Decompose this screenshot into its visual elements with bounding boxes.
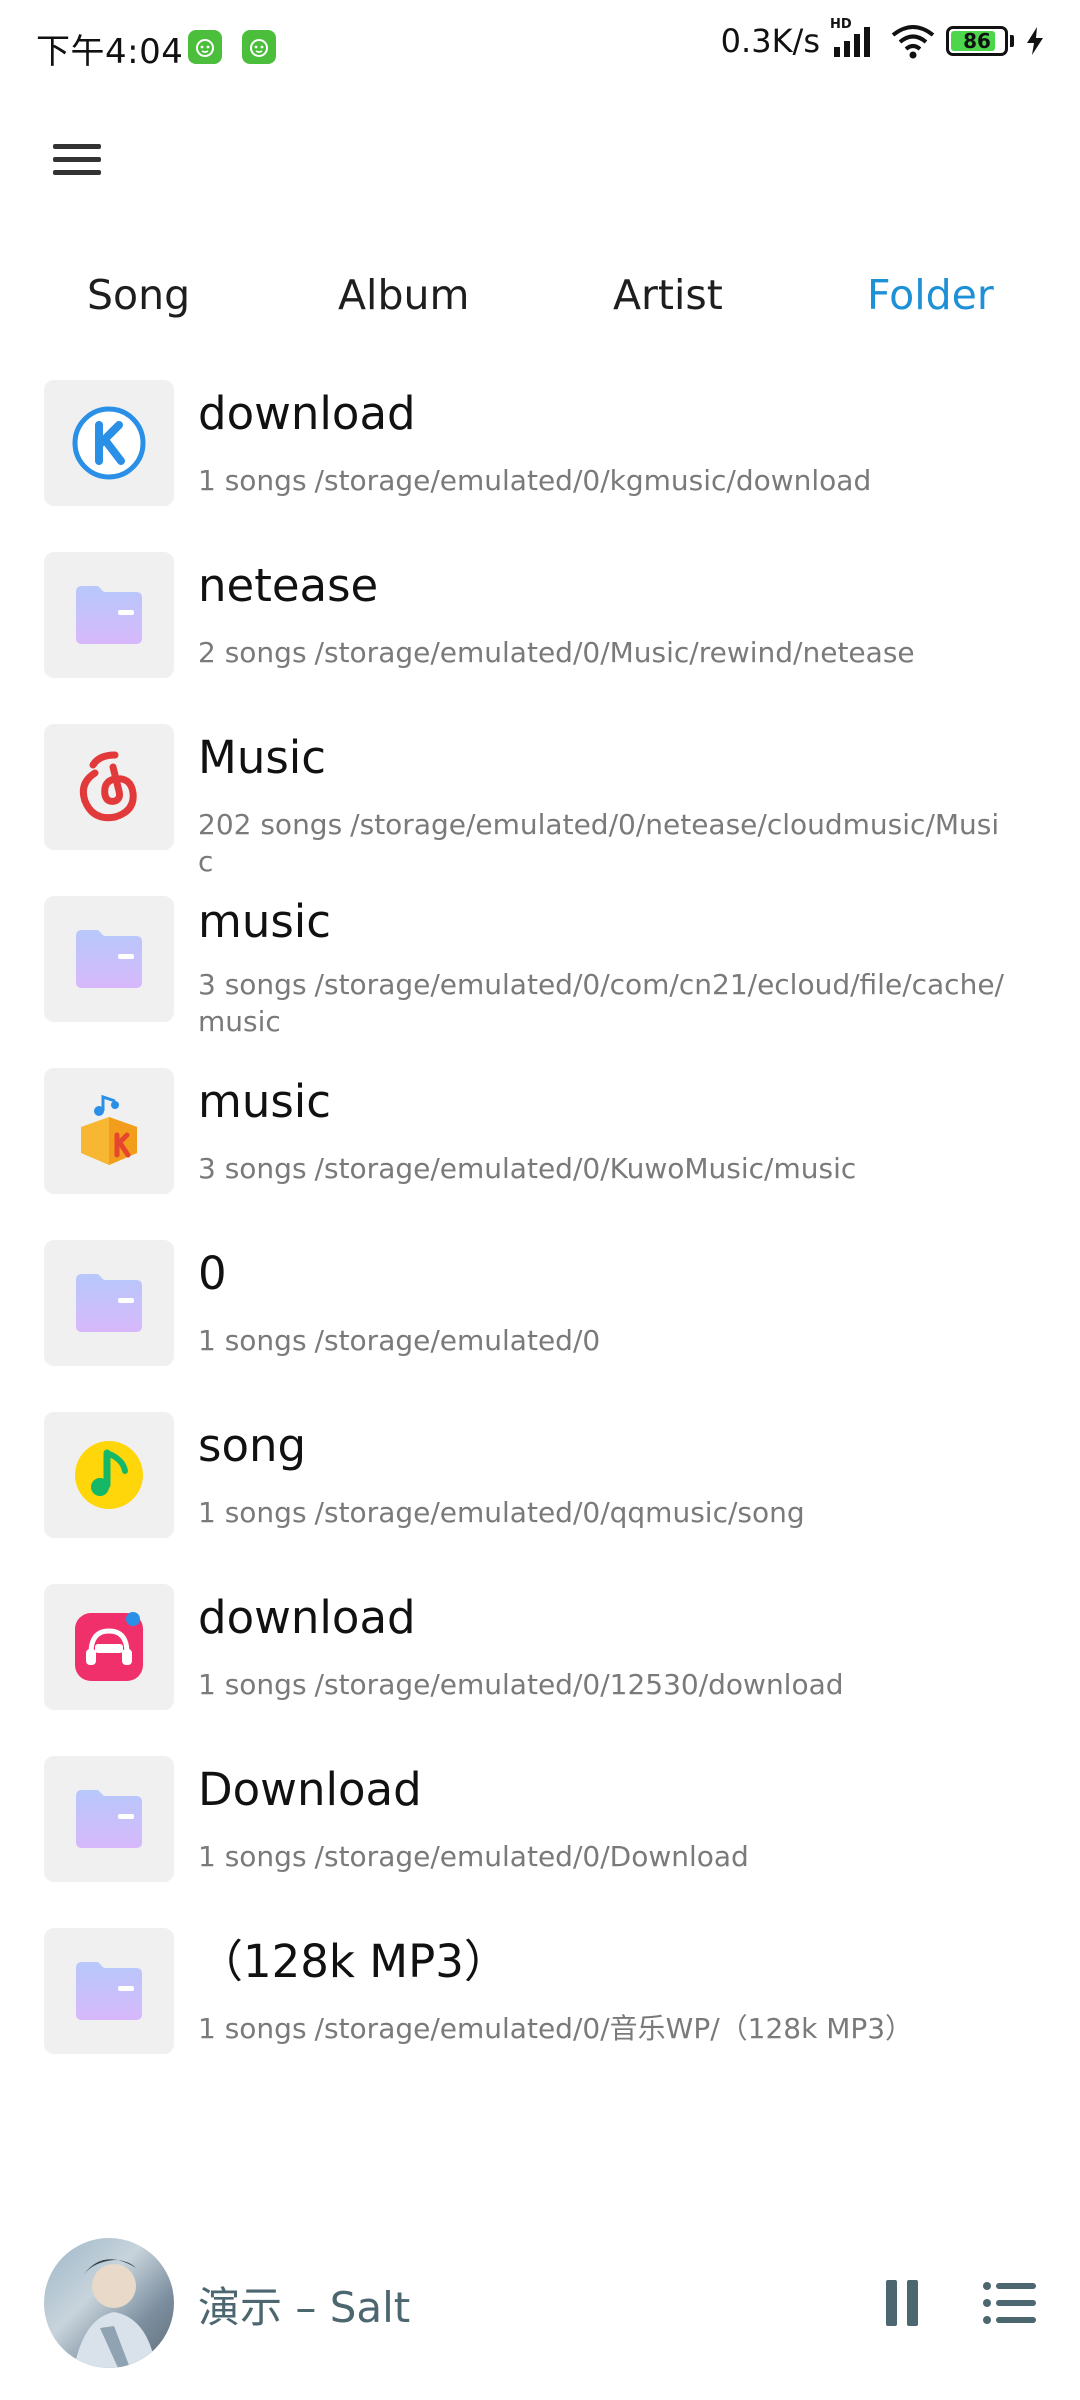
- folder-icon: [76, 1790, 142, 1848]
- kugou-icon: [72, 406, 146, 480]
- pause-button[interactable]: [872, 2268, 932, 2338]
- list-item[interactable]: music 3 songs/storage/emulated/0/com/cn2…: [0, 895, 1080, 1038]
- folder-thumbnail: [44, 1584, 174, 1710]
- signal-icon: HD: [830, 17, 880, 59]
- folder-path: /storage/emulated/0/Music/rewind/netease: [314, 636, 915, 669]
- folder-thumbnail: [44, 896, 174, 1022]
- netease-music-icon: [79, 751, 137, 822]
- song-count: 3 songs: [198, 1152, 307, 1185]
- folder-path: /storage/emulated/0/12530/download: [314, 1668, 844, 1701]
- song-count: 1 songs: [198, 464, 307, 497]
- tab-album[interactable]: Album: [338, 255, 469, 335]
- green-app-icon: [242, 30, 276, 64]
- folder-info: 1 songs/storage/emulated/0/qqmusic/song: [198, 1494, 1008, 1531]
- folder-name: 0: [198, 1247, 227, 1300]
- charging-icon: [1024, 25, 1046, 57]
- song-count: 2 songs: [198, 636, 307, 669]
- pause-icon: [886, 2280, 918, 2326]
- battery-icon: 86: [946, 26, 1008, 56]
- folder-thumbnail: [44, 724, 174, 850]
- folder-thumbnail: [44, 552, 174, 678]
- folder-name: music: [198, 895, 332, 948]
- folder-path: /storage/emulated/0/KuwoMusic/music: [314, 1152, 857, 1185]
- now-playing-title[interactable]: 演示 – Salt: [198, 2274, 410, 2335]
- list-item[interactable]: music 3 songs/storage/emulated/0/KuwoMus…: [0, 1068, 1080, 1198]
- migu-music-icon: [75, 1612, 143, 1681]
- folder-thumbnail: [44, 1756, 174, 1882]
- folder-info: 1 songs/storage/emulated/0: [198, 1322, 1008, 1359]
- folder-info: 1 songs/storage/emulated/0/音乐WP/（128k MP…: [198, 2010, 1008, 2047]
- folder-path: /storage/emulated/0/qqmusic/song: [314, 1496, 805, 1529]
- folder-icon: [76, 1962, 142, 2020]
- folder-path: /storage/emulated/0/com/cn21/ecloud/file…: [198, 968, 1004, 1038]
- song-count: 202 songs: [198, 808, 343, 841]
- folder-info: 2 songs/storage/emulated/0/Music/rewind/…: [198, 634, 1008, 671]
- folder-thumbnail: [44, 1928, 174, 2054]
- folder-name: （128k MP3）: [198, 1935, 509, 1988]
- queue-button[interactable]: [975, 2268, 1045, 2338]
- status-bar: 下午4:04 0.3K/s HD 86: [0, 0, 1080, 96]
- song-count: 3 songs: [198, 968, 307, 1001]
- tab-artist[interactable]: Artist: [613, 255, 723, 335]
- folder-thumbnail: [44, 380, 174, 506]
- song-count: 1 songs: [198, 1840, 307, 1873]
- folder-info: 202 songs/storage/emulated/0/netease/clo…: [198, 806, 1008, 880]
- folder-info: 1 songs/storage/emulated/0/12530/downloa…: [198, 1666, 1008, 1703]
- hamburger-menu-icon: [53, 144, 101, 175]
- folder-info: 1 songs/storage/emulated/0/kgmusic/downl…: [198, 462, 1008, 499]
- folder-name: netease: [198, 559, 379, 612]
- folder-path: /storage/emulated/0: [314, 1324, 601, 1357]
- song-count: 1 songs: [198, 2012, 307, 2045]
- list-item[interactable]: netease 2 songs/storage/emulated/0/Music…: [0, 552, 1080, 682]
- song-count: 1 songs: [198, 1324, 307, 1357]
- tab-song[interactable]: Song: [87, 255, 190, 335]
- folder-info: 1 songs/storage/emulated/0/Download: [198, 1838, 1008, 1875]
- folder-name: download: [198, 387, 416, 440]
- folder-info: 3 songs/storage/emulated/0/com/cn21/eclo…: [198, 966, 1008, 1040]
- folder-info: 3 songs/storage/emulated/0/KuwoMusic/mus…: [198, 1150, 1008, 1187]
- folder-path: /storage/emulated/0/kgmusic/download: [314, 464, 872, 497]
- kuwo-icon: [81, 1094, 137, 1165]
- tab-bar: Song Album Artist Folder: [0, 255, 1080, 335]
- green-app-icon: [188, 30, 222, 64]
- folder-thumbnail: [44, 1068, 174, 1194]
- folder-thumbnail: [44, 1412, 174, 1538]
- folder-name: Download: [198, 1763, 422, 1816]
- folder-name: song: [198, 1419, 307, 1472]
- song-count: 1 songs: [198, 1496, 307, 1529]
- folder-name: Music: [198, 731, 327, 784]
- battery-tip: [1010, 35, 1014, 47]
- list-item[interactable]: （128k MP3） 1 songs/storage/emulated/0/音乐…: [0, 1928, 1080, 2058]
- status-app-icons: [188, 30, 276, 64]
- list-item[interactable]: download 1 songs/storage/emulated/0/1253…: [0, 1584, 1080, 1714]
- queue-list-icon: [983, 2282, 1036, 2324]
- album-art[interactable]: [44, 2238, 174, 2368]
- folder-path: /storage/emulated/0/Download: [314, 1840, 749, 1873]
- status-time: 下午4:04: [36, 32, 184, 72]
- list-item[interactable]: 0 1 songs/storage/emulated/0: [0, 1240, 1080, 1370]
- tab-folder[interactable]: Folder: [867, 255, 994, 335]
- song-count: 1 songs: [198, 1668, 307, 1701]
- list-item[interactable]: song 1 songs/storage/emulated/0/qqmusic/…: [0, 1412, 1080, 1542]
- wifi-icon: [890, 23, 936, 59]
- folder-name: music: [198, 1075, 332, 1128]
- menu-button[interactable]: [42, 130, 112, 190]
- folder-path: /storage/emulated/0/音乐WP/（128k MP3）: [314, 2012, 914, 2045]
- mini-player[interactable]: 演示 – Salt: [0, 2230, 1080, 2380]
- folder-name: download: [198, 1591, 416, 1644]
- list-item[interactable]: Music 202 songs/storage/emulated/0/netea…: [0, 724, 1080, 878]
- folder-thumbnail: [44, 1240, 174, 1366]
- network-speed: 0.3K/s: [720, 22, 820, 60]
- qq-music-icon: [75, 1441, 143, 1509]
- folder-icon: [76, 1274, 142, 1332]
- status-right: 0.3K/s HD 86: [720, 17, 1046, 60]
- list-item[interactable]: Download 1 songs/storage/emulated/0/Down…: [0, 1756, 1080, 1886]
- folder-icon: [76, 930, 142, 988]
- list-item[interactable]: download 1 songs/storage/emulated/0/kgmu…: [0, 380, 1080, 510]
- folder-icon: [76, 586, 142, 644]
- battery-percent: 86: [963, 29, 991, 53]
